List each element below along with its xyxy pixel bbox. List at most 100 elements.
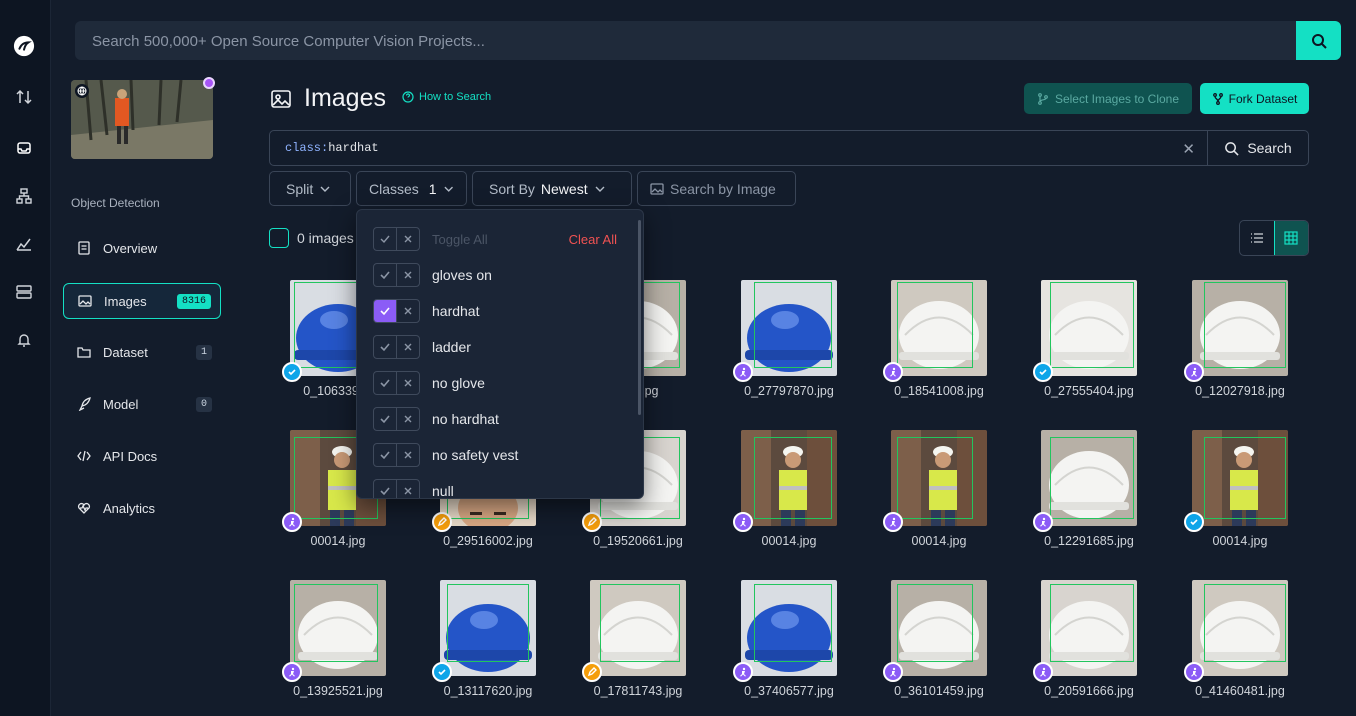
toggle-all-pair[interactable] — [373, 227, 420, 251]
x-icon[interactable] — [396, 480, 419, 498]
image-thumbnail[interactable] — [891, 280, 987, 376]
fork-dataset-button[interactable]: Fork Dataset — [1200, 83, 1309, 114]
running-icon — [1184, 362, 1204, 382]
image-thumbnail[interactable] — [290, 580, 386, 676]
class-option[interactable]: no hardhat — [373, 407, 499, 431]
x-icon[interactable] — [396, 264, 419, 286]
image-thumbnail[interactable] — [741, 580, 837, 676]
roboflow-logo-icon[interactable] — [13, 35, 35, 57]
image-thumbnail[interactable] — [741, 280, 837, 376]
sidebar-item-model[interactable]: Model 0 — [63, 386, 221, 422]
search-icon — [1225, 141, 1239, 156]
list-view-button[interactable] — [1240, 221, 1274, 255]
select-images-to-clone-button[interactable]: Select Images to Clone — [1024, 83, 1192, 114]
images-icon — [271, 89, 291, 108]
class-toggle-pair[interactable] — [373, 443, 420, 467]
annotation-box — [754, 437, 832, 519]
class-toggle-pair[interactable] — [373, 479, 420, 498]
image-thumbnail[interactable] — [1041, 280, 1137, 376]
clear-all-link[interactable]: Clear All — [569, 232, 617, 247]
bell-icon[interactable] — [13, 329, 35, 351]
x-icon[interactable] — [396, 336, 419, 358]
class-option[interactable]: ladder — [373, 335, 471, 359]
class-toggle-pair[interactable] — [373, 371, 420, 395]
sidebar-item-images[interactable]: Images 8316 — [63, 283, 221, 319]
image-filename: 0_12291685.jpg — [1044, 534, 1134, 548]
notification-dot — [203, 77, 215, 89]
check-icon[interactable] — [374, 264, 396, 286]
class-toggle-pair[interactable] — [373, 335, 420, 359]
classes-filter-label: Classes — [369, 180, 419, 197]
image-thumbnail[interactable] — [1192, 280, 1288, 376]
image-filename: 0_41460481.jpg — [1195, 684, 1285, 698]
hierarchy-icon[interactable] — [13, 185, 35, 207]
image-thumbnail[interactable] — [1041, 430, 1137, 526]
image-thumbnail[interactable] — [1041, 580, 1137, 676]
annotation-box — [1050, 282, 1134, 368]
x-icon[interactable] — [396, 372, 419, 394]
sidebar-item-label: Images — [104, 293, 147, 309]
sort-by-dropdown[interactable]: Sort By Newest — [472, 171, 632, 206]
image-thumbnail[interactable] — [440, 580, 536, 676]
dropdown-scrollbar[interactable] — [638, 220, 641, 415]
x-icon[interactable] — [396, 228, 419, 250]
page-title: Images — [304, 84, 386, 112]
check-icon[interactable] — [374, 480, 396, 498]
image-thumbnail[interactable] — [891, 430, 987, 526]
sidebar-item-api-docs[interactable]: API Docs — [63, 438, 221, 474]
class-option[interactable]: gloves on — [373, 263, 492, 287]
global-search-input[interactable]: Search 500,000+ Open Source Computer Vis… — [75, 21, 1296, 60]
image-thumbnail[interactable] — [1192, 430, 1288, 526]
annotation-box — [1204, 584, 1286, 662]
check-icon[interactable] — [374, 444, 396, 466]
project-type-label: Object Detection — [71, 196, 160, 210]
image-query-input[interactable]: class:hardhat ✕ — [269, 130, 1208, 166]
split-filter-dropdown[interactable]: Split — [269, 171, 351, 206]
image-thumbnail[interactable] — [1192, 580, 1288, 676]
chevron-down-icon — [595, 186, 605, 192]
class-toggle-pair[interactable] — [373, 407, 420, 431]
check-icon[interactable] — [374, 408, 396, 430]
clear-query-icon[interactable]: ✕ — [1182, 140, 1195, 158]
x-icon[interactable] — [396, 444, 419, 466]
inbox-icon[interactable] — [13, 137, 35, 159]
class-option[interactable]: hardhat — [373, 299, 479, 323]
upload-download-icon[interactable] — [13, 86, 35, 108]
class-option[interactable]: no glove — [373, 371, 485, 395]
check-icon[interactable] — [374, 372, 396, 394]
global-search-button[interactable] — [1296, 21, 1341, 60]
image-filename: 0_17811743.jpg — [593, 684, 683, 698]
query-value: hardhat — [328, 141, 379, 155]
select-all-checkbox[interactable] — [269, 228, 289, 248]
class-toggle-pair[interactable] — [373, 299, 420, 323]
image-thumbnail[interactable] — [891, 580, 987, 676]
project-thumbnail[interactable] — [71, 80, 213, 159]
class-option[interactable]: no safety vest — [373, 443, 518, 467]
image-thumbnail[interactable] — [741, 430, 837, 526]
how-to-search-link[interactable]: How to Search — [402, 91, 491, 103]
x-icon[interactable] — [396, 300, 419, 322]
verified-icon — [432, 662, 452, 682]
model-count-badge: 0 — [195, 396, 212, 412]
server-icon[interactable] — [13, 281, 35, 303]
sidebar-item-analytics[interactable]: Analytics — [63, 490, 221, 526]
split-filter-label: Split — [286, 180, 314, 197]
class-toggle-pair[interactable] — [373, 263, 420, 287]
search-by-image-button[interactable]: Search by Image — [637, 171, 796, 206]
sidebar-item-label: Overview — [103, 240, 158, 256]
check-icon[interactable] — [374, 228, 396, 250]
image-filename: 00014.jpg — [310, 534, 366, 548]
toggle-all-row[interactable]: Toggle All — [373, 227, 488, 251]
class-option[interactable]: null — [373, 479, 454, 498]
chart-icon[interactable] — [13, 233, 35, 255]
image-thumbnail[interactable] — [590, 580, 686, 676]
grid-view-button[interactable] — [1273, 221, 1308, 255]
query-search-button[interactable]: Search — [1207, 130, 1309, 166]
sidebar-item-dataset[interactable]: Dataset 1 — [63, 334, 221, 370]
check-icon[interactable] — [374, 336, 396, 358]
check-icon[interactable] — [374, 300, 396, 322]
running-icon — [733, 512, 753, 532]
classes-filter-dropdown[interactable]: Classes 1 — [356, 171, 467, 206]
x-icon[interactable] — [396, 408, 419, 430]
sidebar-item-overview[interactable]: Overview — [63, 230, 221, 266]
